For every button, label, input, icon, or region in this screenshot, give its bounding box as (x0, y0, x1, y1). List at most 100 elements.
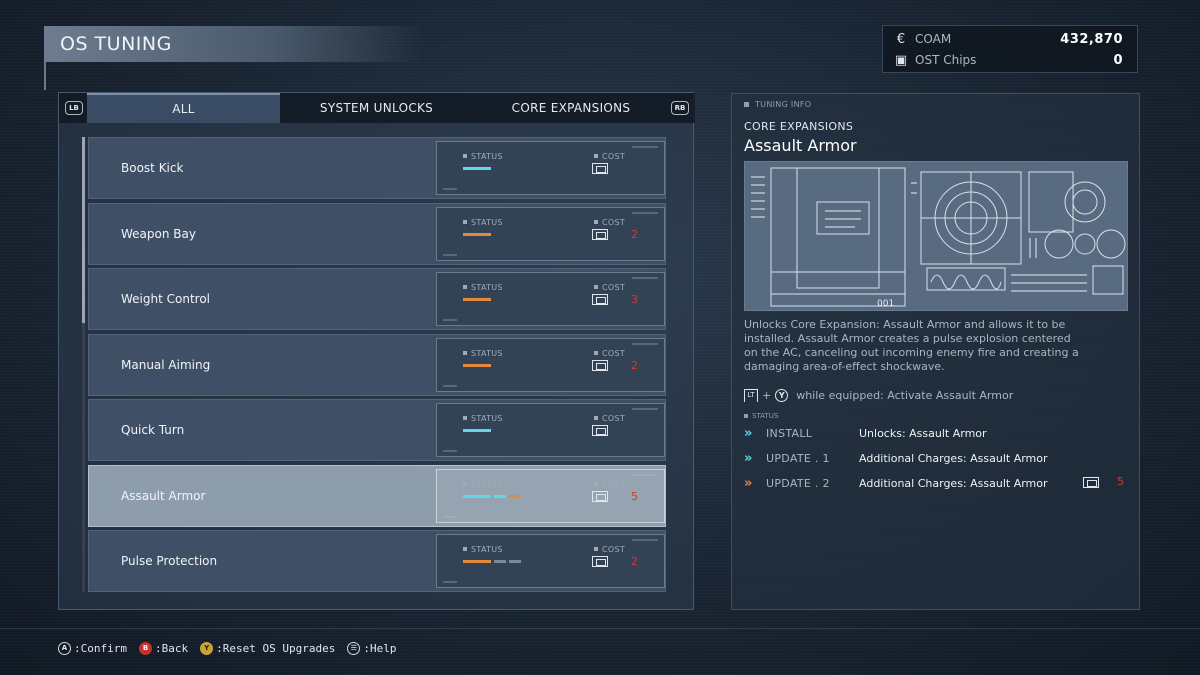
list-item[interactable]: Weapon Bay STATUS COST 2 (88, 202, 666, 265)
double-chevron-right-icon: » (744, 425, 752, 441)
ost-chips-label: OST Chips (915, 53, 977, 67)
cost-label: COST (594, 152, 625, 161)
tuning-list-panel: LB ALL SYSTEM UNLOCKS CORE EXPANSIONS RB… (58, 92, 695, 610)
item-name: Weapon Bay (121, 226, 196, 241)
ost-chips-value: 0 (1113, 52, 1123, 68)
detail-name: Assault Armor (744, 136, 857, 155)
box-decoration (443, 515, 457, 518)
status-segment (463, 298, 491, 301)
status-bars (463, 494, 521, 498)
status-segment (509, 494, 521, 498)
item-status-box: STATUS COST 3 (436, 272, 665, 326)
schematic-image: 001 (744, 161, 1128, 311)
upgrade-description: Additional Charges: Assault Armor (859, 476, 1048, 490)
status-bars (463, 363, 491, 367)
ost-chip-icon (592, 490, 608, 502)
box-decoration (443, 581, 457, 583)
tab-system-unlocks[interactable]: SYSTEM UNLOCKS (280, 93, 473, 123)
item-cost: 2 (631, 227, 638, 241)
lb-bumper-icon[interactable]: LB (65, 101, 83, 115)
box-decoration (632, 473, 658, 476)
item-status-box: STATUS COST (436, 403, 665, 457)
status-segment (463, 429, 491, 432)
coam-icon: € (896, 31, 906, 47)
box-decoration (443, 188, 457, 190)
upgrade-row: » UPDATE . 2 Additional Charges: Assault A… (744, 474, 1134, 492)
currency-panel: € COAM 432,870 ▣ OST Chips 0 (882, 25, 1138, 73)
status-segment (463, 167, 491, 170)
box-decoration (632, 539, 658, 541)
rb-bumper-icon[interactable]: RB (671, 101, 689, 115)
list-item[interactable]: Quick Turn STATUS COST (88, 399, 666, 461)
item-cost: 5 (631, 489, 638, 503)
footer-label[interactable]: :Help (363, 642, 396, 655)
cost-label: COST (594, 349, 625, 358)
footer-controls: A:Confirm B:Back Y:Reset OS Upgrades ☰:Help (58, 642, 396, 655)
page-title: OS TUNING (44, 26, 424, 62)
footer-label[interactable]: :Back (155, 642, 188, 655)
footer-button-2-icon[interactable]: Y (200, 642, 214, 655)
item-name: Pulse Protection (121, 554, 218, 568)
cost-label: COST (594, 218, 625, 227)
box-decoration (632, 277, 658, 279)
footer-button-3-icon[interactable]: ☰ (347, 642, 361, 655)
ost-chip-icon: ▣ (894, 52, 908, 68)
footer-button-0-icon[interactable]: A (58, 642, 71, 655)
upgrade-status-label: STATUS (744, 412, 778, 420)
tuning-info-panel: TUNING INFO CORE EXPANSIONS Assault Armo… (731, 93, 1140, 610)
footer-label[interactable]: :Reset OS Upgrades (216, 642, 335, 655)
item-cost: 3 (631, 293, 638, 306)
detail-category: CORE EXPANSIONS (744, 120, 854, 133)
item-name: Quick Turn (121, 423, 185, 437)
box-decoration (632, 342, 658, 345)
detail-description: Unlocks Core Expansion: Assault Armor an… (744, 318, 1079, 373)
cost-label: COST (594, 545, 625, 554)
coam-row: € COAM 432,870 (893, 29, 1123, 49)
status-label: STATUS (463, 480, 503, 489)
status-bars (463, 232, 491, 236)
box-decoration (443, 319, 457, 321)
list-item[interactable]: Weight Control STATUS COST 3 (88, 268, 666, 330)
double-chevron-right-icon: » (744, 450, 752, 466)
lt-trigger-icon: LT (744, 389, 758, 402)
footer-divider (0, 628, 1200, 629)
status-label: STATUS (463, 152, 503, 161)
upgrade-row: » INSTALL Unlocks: Assault Armor (744, 424, 1134, 442)
double-chevron-right-icon: » (744, 475, 752, 491)
list-item[interactable]: Assault Armor STATUS COST 5 (88, 464, 666, 527)
ost-chip-icon (592, 294, 608, 305)
status-label: STATUS (463, 545, 503, 554)
list-item[interactable]: Pulse Protection STATUS COST 2 (88, 530, 666, 592)
ost-chips-row: ▣ OST Chips 0 (893, 50, 1123, 70)
footer-button-1-icon[interactable]: B (138, 642, 152, 655)
item-status-box: STATUS COST 2 (436, 534, 665, 588)
status-segment (463, 363, 491, 367)
tab-all[interactable]: ALL (87, 93, 280, 123)
y-button-icon: Y (775, 389, 789, 402)
control-hint-text: while equipped: Activate Assault Armor (796, 389, 1014, 402)
ost-chip-icon (592, 163, 608, 174)
item-cost: 2 (631, 555, 638, 568)
list-scrollbar-thumb[interactable] (82, 137, 85, 323)
item-status-box: STATUS COST (436, 141, 665, 195)
item-name: Boost Kick (121, 161, 184, 175)
box-decoration (632, 211, 658, 214)
tab-core-expansions[interactable]: CORE EXPANSIONS (473, 93, 669, 123)
status-segment (463, 494, 491, 498)
tuning-info-header: TUNING INFO (744, 100, 811, 109)
schematic-number: 001 (877, 299, 895, 309)
box-decoration (443, 384, 457, 387)
status-label: STATUS (463, 218, 503, 227)
status-bars (463, 167, 491, 170)
list-item[interactable]: Manual Aiming STATUS COST 2 (88, 333, 666, 396)
status-bars (463, 429, 491, 432)
ost-chip-icon (592, 228, 608, 240)
control-hint: LT + Y while equipped: Activate Assault … (744, 389, 1013, 402)
status-bars (463, 298, 491, 301)
item-cost: 2 (631, 358, 638, 372)
coam-value: 432,870 (1060, 31, 1123, 47)
item-name: Manual Aiming (121, 357, 211, 372)
upgrade-cost: 5 (1117, 475, 1124, 488)
list-item[interactable]: Boost Kick STATUS COST (88, 137, 666, 199)
footer-label[interactable]: :Confirm (74, 642, 127, 655)
